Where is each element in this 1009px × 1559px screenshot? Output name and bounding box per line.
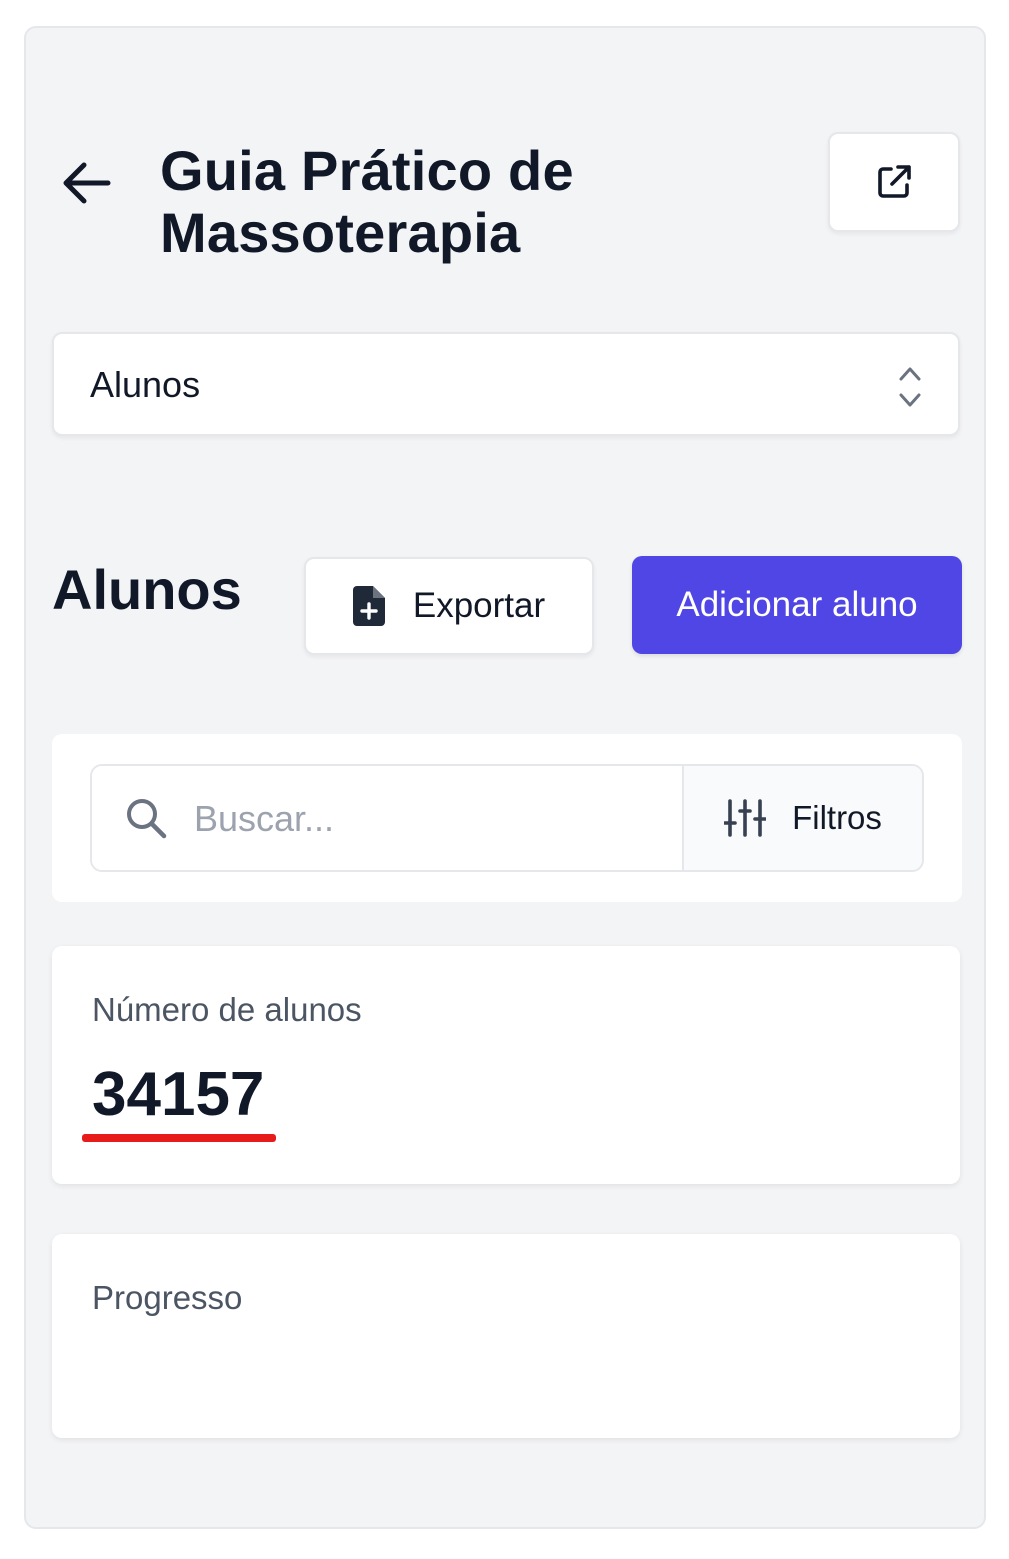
filters-button[interactable]: Filtros [684, 766, 922, 870]
progress-card: Progresso [52, 1234, 960, 1438]
open-external-button[interactable] [828, 132, 960, 232]
section-select[interactable]: Alunos [52, 332, 960, 436]
filters-label: Filtros [792, 799, 882, 836]
students-count-label: Número de alunos [92, 991, 362, 1028]
sliders-icon [724, 799, 767, 837]
search-field [92, 766, 684, 870]
students-count-value: 34157 [92, 1060, 265, 1129]
export-button[interactable]: Exportar [304, 557, 594, 655]
arrow-left-icon [63, 162, 111, 204]
chevron-up-down-icon [899, 367, 921, 407]
progress-label: Progresso [92, 1279, 243, 1316]
students-count-card: Número de alunos 34157 [52, 946, 960, 1184]
section-select-value: Alunos [90, 364, 201, 405]
search-input[interactable] [192, 786, 666, 852]
highlight-underline [82, 1134, 276, 1142]
section-title: Alunos [52, 558, 242, 621]
add-student-button[interactable]: Adicionar aluno [632, 556, 962, 654]
file-plus-icon [352, 586, 385, 626]
page-title: Guia Prático de Massoterapia [160, 139, 574, 264]
search-icon [127, 799, 167, 839]
external-link-icon [878, 165, 911, 198]
back-button[interactable] [58, 158, 114, 208]
search-card: Filtros [52, 734, 962, 902]
add-student-label: Adicionar aluno [676, 585, 918, 624]
app-frame: Guia Prático de Massoterapia Alunos Alun… [24, 26, 986, 1529]
export-label: Exportar [412, 586, 546, 625]
search-group: Filtros [90, 764, 924, 872]
